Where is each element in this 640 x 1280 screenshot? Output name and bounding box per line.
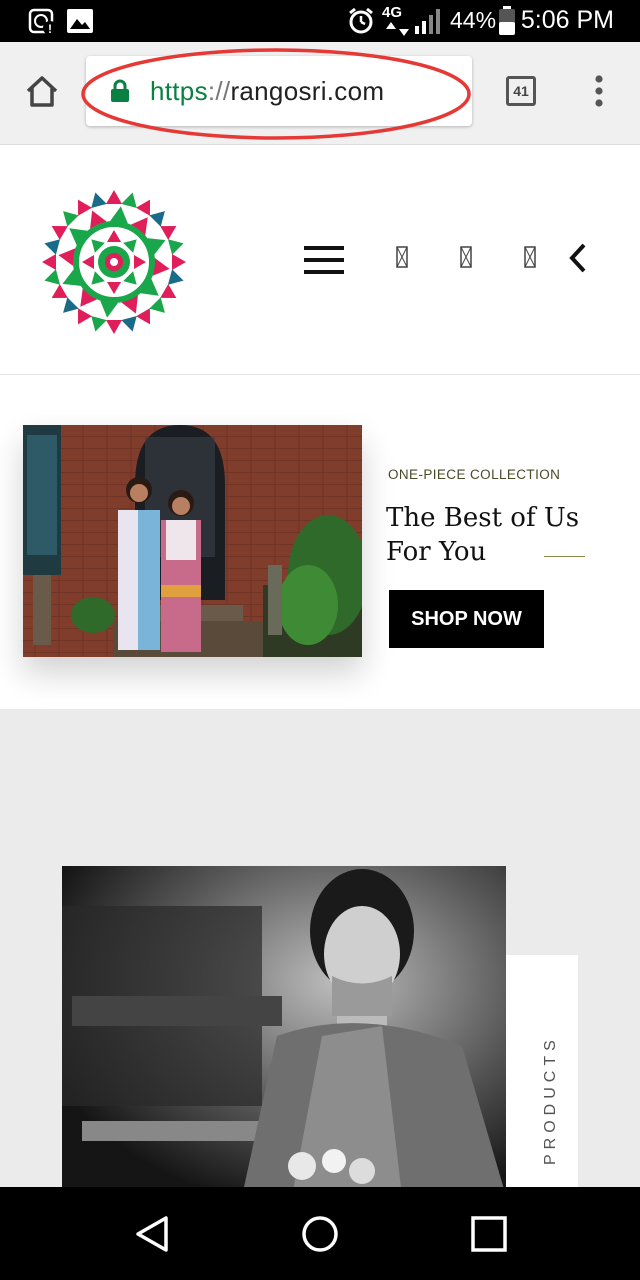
chevron-left-icon[interactable]: [568, 243, 588, 273]
account-icon[interactable]: [460, 246, 472, 268]
home-nav-icon[interactable]: [300, 1214, 340, 1254]
battery-percent: 44%: [450, 7, 497, 33]
shop-now-button[interactable]: SHOP NOW: [389, 590, 544, 648]
address-bar[interactable]: https://rangosri.com: [86, 56, 472, 126]
network-type: 4G: [382, 4, 403, 21]
url-text: https://rangosri.com: [150, 76, 384, 107]
recents-icon[interactable]: [470, 1216, 508, 1252]
hamburger-menu-icon[interactable]: [304, 246, 344, 274]
alarm-icon: [349, 7, 373, 34]
status-bar: ! 4G 44% 5:06 PM: [0, 0, 640, 42]
site-header: [0, 145, 640, 375]
hero-title: The Best of Us For You: [386, 503, 580, 567]
home-icon[interactable]: [24, 74, 60, 108]
hero-photo: [23, 425, 362, 657]
hero-section: ONE-PIECE COLLECTION The Best of Us For …: [0, 375, 640, 709]
products-label: PRODUCTS: [542, 1035, 559, 1165]
data-arrows-icon: [386, 22, 409, 36]
products-card: PRODUCTS: [505, 955, 578, 1195]
url-separator: ://: [207, 76, 231, 106]
browser-toolbar: https://rangosri.com 41: [0, 42, 640, 145]
back-icon[interactable]: [134, 1215, 170, 1253]
svg-text:!: !: [48, 22, 52, 36]
url-scheme: https: [150, 76, 208, 106]
signal-icon: [415, 9, 440, 34]
tab-switcher-button[interactable]: 41: [506, 76, 536, 106]
mandala-logo[interactable]: [40, 188, 188, 336]
search-icon[interactable]: [396, 246, 408, 268]
lock-icon: [111, 79, 129, 102]
image-icon: [67, 9, 93, 33]
more-menu-icon[interactable]: [590, 74, 608, 110]
cart-icon[interactable]: [524, 246, 536, 268]
system-nav-bar: [0, 1187, 640, 1280]
url-host: rangosri.com: [230, 76, 385, 106]
products-photo: [62, 866, 506, 1196]
hero-eyebrow: ONE-PIECE COLLECTION: [388, 467, 561, 482]
data-saver-icon: !: [28, 8, 57, 36]
clock: 5:06 PM: [520, 6, 614, 34]
battery-icon: [499, 6, 515, 35]
hero-accent-line: [544, 556, 585, 557]
